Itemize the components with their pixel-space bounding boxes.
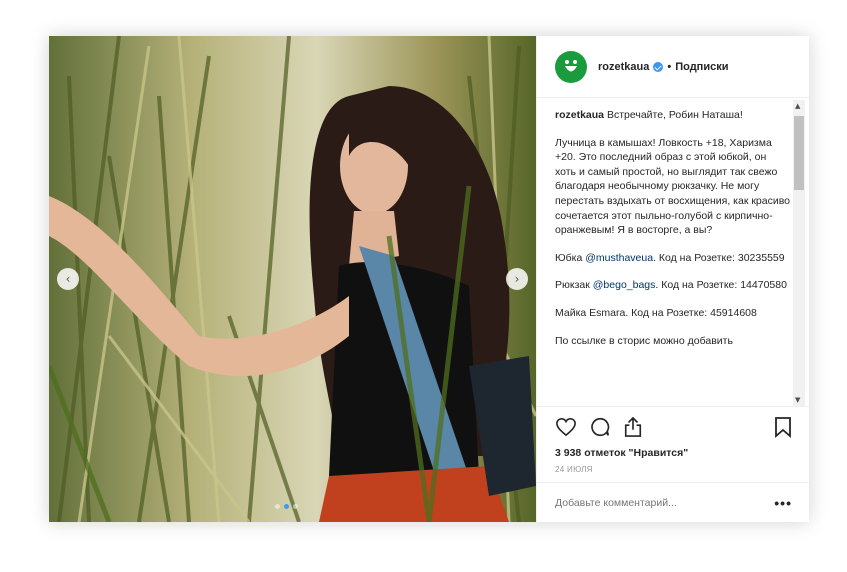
avatar[interactable] (555, 50, 587, 83)
username-link[interactable]: rozetkaua (598, 61, 649, 73)
caption-bag-line: Рюкзак @bego_bags. Код на Розетке: 14470… (555, 278, 790, 293)
caption-intro-text: Встречайте, Робин Наташа! (606, 109, 743, 121)
bag-prefix: Рюкзак (555, 279, 593, 292)
rozetka-logo-icon (558, 53, 584, 80)
skirt-suffix: . Код на Розетке: 30235559 (653, 251, 785, 264)
mention-link-bego-bags[interactable]: @bego_bags (593, 279, 656, 291)
add-comment-section: ••• (537, 482, 810, 522)
carousel-indicator (275, 504, 298, 509)
chevron-right-icon: › (514, 272, 520, 286)
caption-username[interactable]: rozetkaua (555, 109, 604, 121)
carousel-prev-button[interactable]: ‹ (57, 268, 79, 290)
likes-count[interactable]: 3 938 отметок "Нравится" (555, 447, 792, 459)
caption-paragraph: Лучница в камышах! Ловкость +18, Харизма… (555, 136, 790, 237)
bookmark-icon[interactable] (774, 416, 792, 438)
share-icon[interactable] (623, 416, 643, 438)
scroll-up-arrow-icon[interactable]: ▲ (795, 102, 800, 110)
post-date[interactable]: 24 июля (555, 465, 792, 474)
post-side-panel: rozetkaua • Подписки rozetkaua Встречайт… (536, 36, 810, 522)
header-separator: • (667, 60, 672, 73)
comment-input[interactable] (555, 496, 775, 509)
scroll-down-arrow-icon[interactable]: ▼ (795, 396, 800, 404)
caption-top-line: Майка Esmara. Код на Розетке: 45914608 (555, 306, 757, 319)
verified-badge-icon (653, 61, 664, 72)
scrollbar-thumb[interactable] (794, 116, 804, 190)
caption-intro: rozetkaua Встречайте, Робин Наташа! (555, 108, 790, 123)
post-photo[interactable]: ‹ › (49, 36, 536, 522)
photo-illustration (49, 36, 536, 522)
caption-scrollbar[interactable]: ▲ ▼ (793, 100, 805, 406)
mention-link-musthaveua[interactable]: @musthaveua (585, 252, 653, 264)
chevron-left-icon: ‹ (65, 272, 71, 286)
action-icons-row (555, 415, 792, 439)
carousel-next-button[interactable]: › (506, 268, 528, 290)
header-user-info: rozetkaua • Подписки (598, 61, 728, 73)
skirt-prefix: Юбка (555, 251, 586, 264)
post-header: rozetkaua • Подписки (537, 36, 809, 98)
bag-suffix: . Код на Розетке: 14470580 (655, 279, 787, 292)
caption-stories-line: По ссылке в сторис можно добавить (555, 334, 733, 347)
following-button[interactable]: Подписки (675, 61, 728, 73)
caption-skirt-line: Юбка @musthaveua. Код на Розетке: 302355… (555, 251, 790, 266)
post-caption: rozetkaua Встречайте, Робин Наташа! Лучн… (555, 108, 790, 406)
carousel-dot-active (284, 504, 289, 509)
comment-icon[interactable] (589, 416, 611, 438)
carousel-dot (275, 504, 280, 509)
instagram-post-modal: ‹ › rozetkaua • Подписки rozetkaua Встре… (49, 36, 810, 522)
more-options-button[interactable]: ••• (774, 495, 792, 511)
post-actions: 3 938 отметок "Нравится" 24 июля (537, 406, 810, 474)
heart-icon[interactable] (555, 417, 577, 437)
carousel-dot (293, 504, 298, 509)
